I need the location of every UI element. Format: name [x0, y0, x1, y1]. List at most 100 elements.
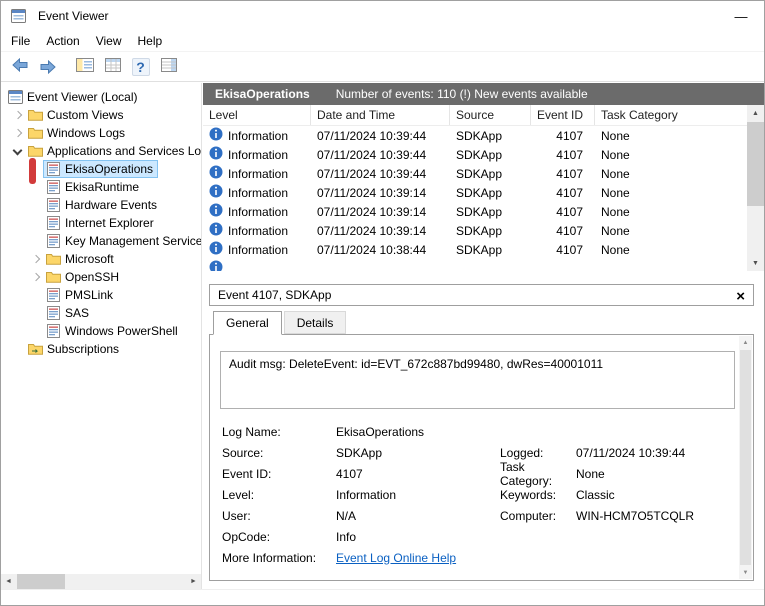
event-row[interactable]: Information 07/11/2024 10:39:44 SDKApp 4… — [203, 126, 747, 145]
detail-tabs: General Details — [209, 311, 754, 334]
toolbar: ? — [1, 52, 764, 82]
event-datetime: 07/11/2024 10:39:44 — [311, 167, 450, 181]
event-level: Information — [228, 224, 288, 238]
chevron-right-icon[interactable] — [9, 107, 25, 123]
scroll-down-icon[interactable]: ▼ — [747, 255, 764, 271]
minimize-button[interactable]: — — [718, 1, 764, 31]
event-level: Information — [228, 148, 288, 162]
event-log-icon — [45, 288, 61, 302]
field-value: Info — [336, 530, 500, 544]
field-value: EkisaOperations — [336, 425, 500, 439]
field-label: User: — [222, 509, 336, 523]
event-id: 4107 — [531, 148, 595, 162]
close-icon[interactable]: × — [736, 285, 745, 307]
tree-item-internet-explorer[interactable]: Internet Explorer — [1, 214, 201, 232]
detail-title: Event 4107, SDKApp — [218, 288, 331, 302]
event-row[interactable] — [203, 259, 747, 271]
event-row[interactable]: Information 07/11/2024 10:39:14 SDKApp 4… — [203, 221, 747, 240]
scroll-right-icon[interactable]: ► — [186, 574, 201, 589]
tree-item-windows-powershell[interactable]: Windows PowerShell — [1, 322, 201, 340]
action-pane-icon — [161, 58, 177, 75]
scroll-left-icon[interactable]: ◄ — [1, 574, 16, 589]
menu-bar: File Action View Help — [1, 31, 764, 52]
info-icon — [209, 203, 223, 220]
tree-item-hardware-events[interactable]: Hardware Events — [1, 196, 201, 214]
event-task-category: None — [595, 224, 747, 238]
event-datetime: 07/11/2024 10:39:14 — [311, 186, 450, 200]
console-tree-icon — [76, 58, 94, 75]
scroll-up-icon[interactable]: ▲ — [739, 336, 752, 349]
scroll-down-icon[interactable]: ▼ — [739, 566, 752, 579]
tree-item-event-viewer-local[interactable]: Event Viewer (Local) — [1, 88, 201, 106]
column-header-event-id[interactable]: Event ID — [531, 105, 595, 125]
tab-general[interactable]: General — [213, 311, 282, 335]
column-header-source[interactable]: Source — [450, 105, 531, 125]
event-list-scrollbar[interactable]: ▲ ▼ — [747, 105, 764, 271]
chevron-right-icon[interactable] — [27, 269, 43, 285]
tree-item-microsoft[interactable]: Microsoft — [1, 250, 201, 268]
column-header-date-and-time[interactable]: Date and Time — [311, 105, 450, 125]
app-icon — [10, 9, 26, 23]
event-row[interactable]: Information 07/11/2024 10:39:44 SDKApp 4… — [203, 164, 747, 183]
event-row[interactable]: Information 07/11/2024 10:39:44 SDKApp 4… — [203, 145, 747, 164]
field-value: 4107 — [336, 467, 500, 481]
event-id: 4107 — [531, 224, 595, 238]
tree-item-sas[interactable]: SAS — [1, 304, 201, 322]
scrollbar-thumb[interactable] — [17, 574, 65, 589]
tree-item-label: EkisaRuntime — [65, 180, 139, 194]
column-header-level[interactable]: Level — [203, 105, 311, 125]
event-task-category: None — [595, 205, 747, 219]
field-label: OpCode: — [222, 530, 336, 544]
event-datetime: 07/11/2024 10:39:44 — [311, 129, 450, 143]
event-description-box[interactable]: Audit msg: DeleteEvent: id=EVT_672c887bd… — [220, 351, 735, 409]
info-icon — [209, 165, 223, 182]
new-events-marker — [29, 158, 36, 184]
field-label: More Information: — [222, 551, 336, 565]
scroll-up-icon[interactable]: ▲ — [747, 105, 764, 121]
back-button[interactable] — [7, 55, 32, 79]
chevron-right-icon[interactable] — [27, 251, 43, 267]
tree-item-label: Event Viewer (Local) — [27, 90, 138, 104]
tree-item-pmslink[interactable]: PMSLink — [1, 286, 201, 304]
event-detail-pane: Event 4107, SDKApp × General Details Aud… — [203, 283, 764, 589]
tab-details[interactable]: Details — [284, 311, 347, 334]
forward-button[interactable] — [35, 55, 60, 79]
menu-action[interactable]: Action — [38, 32, 87, 50]
column-header-task-category[interactable]: Task Category — [595, 105, 747, 125]
tree-item-custom-views[interactable]: Custom Views — [1, 106, 201, 124]
event-source: SDKApp — [450, 148, 531, 162]
menu-view[interactable]: View — [88, 32, 130, 50]
event-id: 4107 — [531, 186, 595, 200]
tree-item-label: Microsoft — [65, 252, 114, 266]
tree-item-key-management-service[interactable]: Key Management Service — [1, 232, 201, 250]
title-bar: Event Viewer — — [1, 1, 764, 31]
event-row[interactable]: Information 07/11/2024 10:38:44 SDKApp 4… — [203, 240, 747, 259]
field-value: SDKApp — [336, 446, 500, 460]
event-list: Level Date and Time Source Event ID Task… — [203, 105, 764, 271]
datagrid-icon — [105, 58, 121, 75]
window-bottom-strip — [1, 589, 764, 605]
tree-item-openssh[interactable]: OpenSSH — [1, 268, 201, 286]
chevron-right-icon[interactable] — [9, 125, 25, 141]
event-row[interactable]: Information 07/11/2024 10:39:14 SDKApp 4… — [203, 202, 747, 221]
help-button[interactable]: ? — [128, 55, 153, 79]
detail-header: Event 4107, SDKApp × — [209, 284, 754, 306]
field-value: Information — [336, 488, 500, 502]
chevron-down-icon[interactable] — [9, 143, 25, 159]
event-log-online-help-link[interactable]: Event Log Online Help — [336, 551, 500, 565]
properties-button[interactable] — [100, 55, 125, 79]
scrollbar-thumb[interactable] — [740, 350, 751, 565]
tree-item-windows-logs[interactable]: Windows Logs — [1, 124, 201, 142]
event-source: SDKApp — [450, 224, 531, 238]
tree-item-subscriptions[interactable]: Subscriptions — [1, 340, 201, 358]
show-console-tree-button[interactable] — [72, 55, 97, 79]
detail-scrollbar[interactable]: ▲ ▼ — [739, 336, 752, 579]
action-pane-button[interactable] — [156, 55, 181, 79]
event-row[interactable]: Information 07/11/2024 10:39:14 SDKApp 4… — [203, 183, 747, 202]
tree-horizontal-scrollbar[interactable]: ◄ ► — [1, 574, 201, 589]
menu-file[interactable]: File — [3, 32, 38, 50]
info-icon — [209, 184, 223, 201]
info-icon — [209, 222, 223, 239]
scrollbar-thumb[interactable] — [747, 122, 764, 206]
menu-help[interactable]: Help — [130, 32, 171, 50]
